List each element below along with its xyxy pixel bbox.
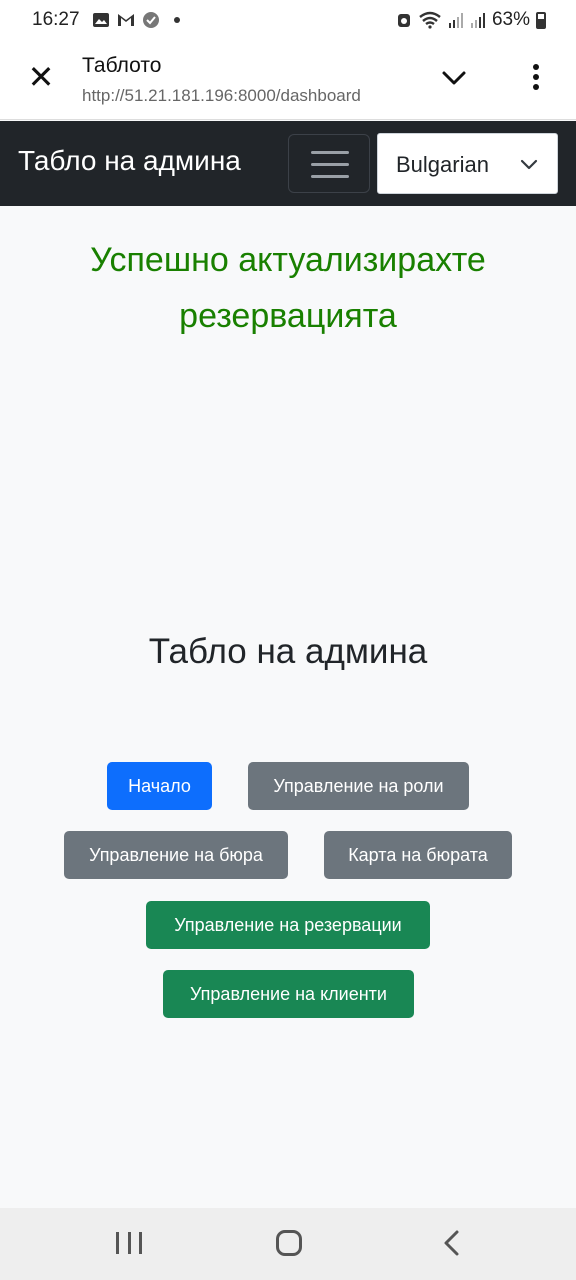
- gmail-icon: [118, 14, 134, 26]
- alarm-icon: [397, 14, 410, 27]
- wifi-icon: [419, 11, 441, 29]
- navbar: Табло на админа Bulgarian: [0, 121, 576, 206]
- close-icon[interactable]: ✕: [26, 61, 56, 93]
- navbar-brand[interactable]: Табло на админа: [18, 145, 241, 177]
- status-bar: 16:27 63%: [0, 0, 576, 42]
- chevron-down-icon: [520, 159, 538, 170]
- page-title: Табло на админа: [148, 632, 428, 671]
- chevron-down-icon[interactable]: [440, 64, 468, 92]
- manage-reservations-button[interactable]: Управление на резервации: [146, 901, 430, 949]
- status-time: 16:27: [32, 9, 80, 30]
- more-options-icon[interactable]: [526, 64, 546, 94]
- signal-icon: [448, 13, 463, 28]
- manage-clients-button[interactable]: Управление на клиенти: [163, 970, 414, 1018]
- notification-icons: [92, 11, 180, 29]
- manage-offices-button[interactable]: Управление на бюра: [64, 831, 288, 879]
- browser-page-title: Таблото: [82, 54, 162, 77]
- recents-icon[interactable]: [116, 1232, 142, 1256]
- battery-icon: [536, 11, 546, 29]
- signal-icon-2: [470, 13, 485, 28]
- language-select[interactable]: Bulgarian: [377, 133, 558, 194]
- check-circle-icon: [143, 12, 159, 28]
- back-icon[interactable]: [440, 1228, 464, 1258]
- battery-percent: 63%: [491, 9, 530, 30]
- image-icon: [93, 13, 109, 27]
- offices-map-button[interactable]: Карта на бюрата: [324, 831, 512, 879]
- system-icons: 63%: [396, 9, 546, 31]
- browser-toolbar: ✕ Таблото http://51.21.181.196:8000/dash…: [0, 42, 576, 120]
- system-navigation-bar: [0, 1208, 576, 1280]
- language-select-value: Bulgarian: [396, 152, 489, 177]
- dot-icon: [174, 17, 180, 23]
- browser-url[interactable]: http://51.21.181.196:8000/dashboard: [82, 86, 408, 106]
- success-message: Успешно актуализирахте резервацията: [90, 241, 486, 335]
- manage-roles-button[interactable]: Управление на роли: [248, 762, 469, 810]
- home-icon[interactable]: [276, 1230, 302, 1256]
- home-button[interactable]: Начало: [107, 762, 212, 810]
- navbar-toggler-button[interactable]: [288, 134, 370, 193]
